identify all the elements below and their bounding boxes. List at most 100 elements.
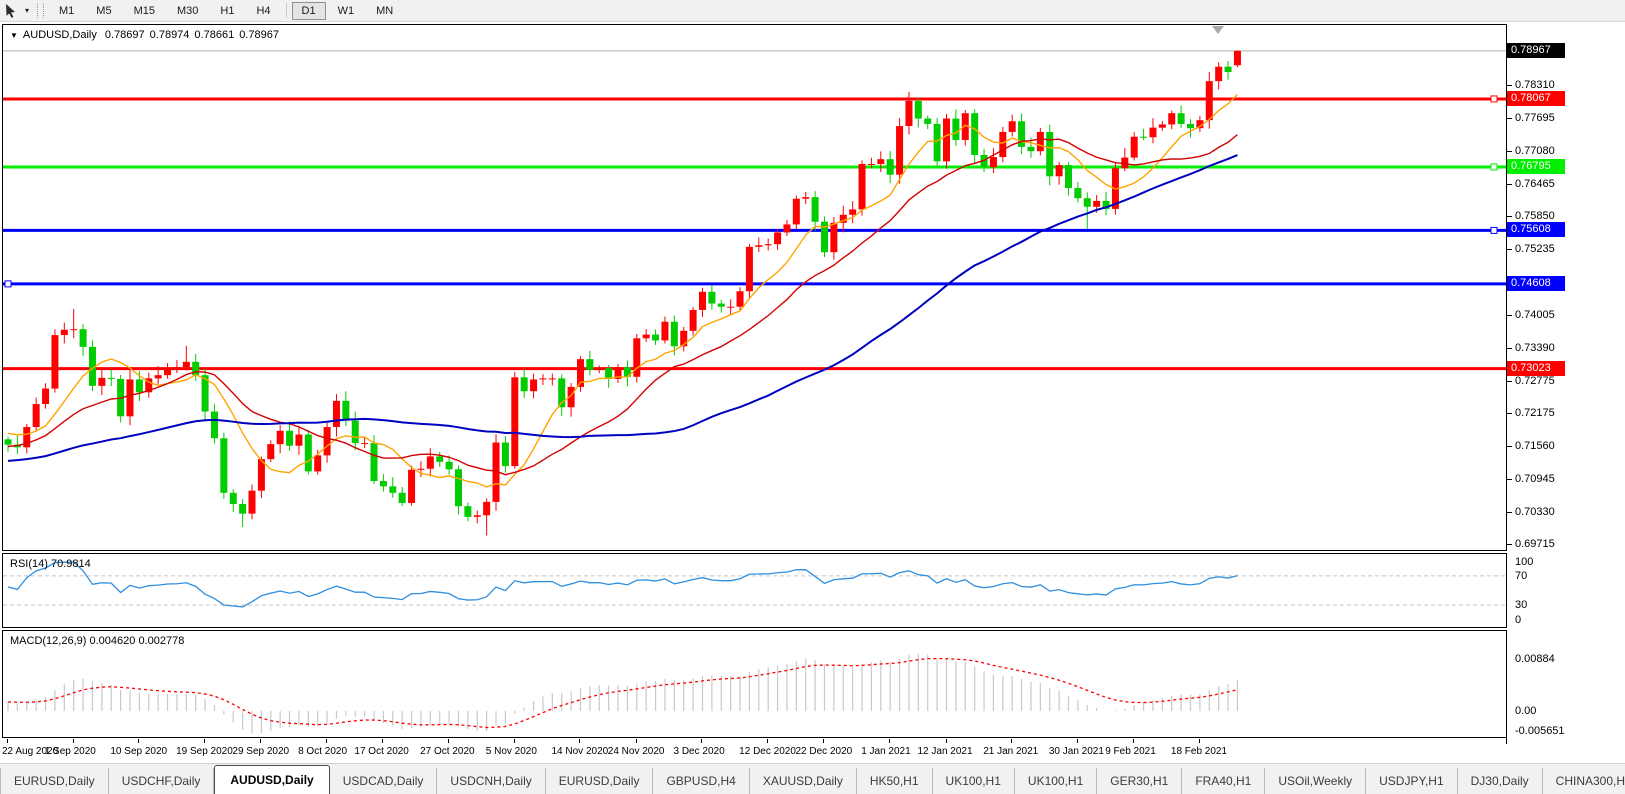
chart-tab-eurusd-daily[interactable]: EURUSD,Daily — [0, 768, 109, 794]
bear-candle — [1027, 147, 1034, 151]
date-tick-mark — [701, 739, 702, 743]
hline-handle[interactable] — [1491, 96, 1497, 102]
chart-tab-audusd-daily[interactable]: AUDUSD,Daily — [214, 765, 329, 794]
hline-handle[interactable] — [1491, 164, 1497, 170]
rsi-scale-label: 30 — [1515, 599, 1527, 611]
date-tick-mark — [326, 739, 327, 743]
axis-tick-mark — [1507, 216, 1512, 217]
bear-candle — [521, 377, 528, 391]
macd-signal-line — [8, 659, 1237, 728]
macd-name: MACD(12,26,9) — [10, 635, 86, 647]
bear-candle — [934, 124, 941, 161]
chart-tab-fra40-h1[interactable]: FRA40,H1 — [1182, 768, 1265, 794]
bull-candle — [783, 224, 790, 232]
chart-tab-usdchf-daily[interactable]: USDCHF,Daily — [109, 768, 215, 794]
date-label: 14 Nov 2020 — [551, 746, 608, 757]
chart-tab-usoil-weekly[interactable]: USOil,Weekly — [1265, 768, 1366, 794]
bull-candle — [802, 197, 809, 199]
timeframe-button-m15[interactable]: M15 — [124, 2, 165, 20]
date-label: 18 Feb 2021 — [1171, 746, 1227, 757]
date-tick-mark — [260, 739, 261, 743]
date-tick-mark — [1077, 739, 1078, 743]
timeframe-button-mn[interactable]: MN — [366, 2, 403, 20]
chart-tab-usdjpy-h1[interactable]: USDJPY,H1 — [1366, 768, 1457, 794]
bull-candle — [1149, 128, 1156, 138]
bull-candle — [33, 404, 40, 427]
bull-candle — [155, 375, 162, 378]
timeframe-button-h1[interactable]: H1 — [210, 2, 244, 20]
bull-candle — [877, 159, 884, 164]
date-tick-mark — [7, 739, 8, 743]
candlestick-chart-canvas[interactable] — [3, 25, 1506, 550]
hline-handle[interactable] — [1491, 227, 1497, 233]
axis-tick-mark — [1507, 446, 1512, 447]
hline-handle[interactable] — [5, 281, 11, 287]
chart-tab-china300-h1[interactable]: CHINA300,H1 — [1543, 768, 1625, 794]
collapse-triangle-icon[interactable]: ▼ — [10, 31, 18, 40]
bull-candle — [849, 209, 856, 214]
macd-chart-canvas[interactable] — [3, 631, 1506, 737]
bull-candle — [42, 389, 49, 405]
price-tick-label: 0.72175 — [1515, 407, 1555, 419]
bull-candle — [990, 157, 997, 167]
date-tick-mark — [382, 739, 383, 743]
chart-tab-xauusd-daily[interactable]: XAUUSD,Daily — [750, 768, 857, 794]
bear-candle — [915, 101, 922, 119]
date-label: 8 Oct 2020 — [298, 746, 347, 757]
timeframe-button-m1[interactable]: M1 — [49, 2, 84, 20]
bull-candle — [164, 369, 171, 375]
bull-candle — [539, 378, 546, 379]
price-tick-label: 0.77080 — [1515, 145, 1555, 157]
rsi-scale-label: 0 — [1515, 614, 1521, 626]
chart-tab-eurusd-daily[interactable]: EURUSD,Daily — [546, 768, 654, 794]
rsi-indicator-pane[interactable]: RSI(14) 70.9814 — [2, 553, 1507, 628]
main-chart-pane[interactable]: ▼AUDUSD,Daily0.786970.789740.786610.7896… — [2, 24, 1507, 551]
chart-tab-gbpusd-h4[interactable]: GBPUSD,H4 — [653, 768, 749, 794]
chart-tab-uk100-h1[interactable]: UK100,H1 — [933, 768, 1015, 794]
bull-candle — [896, 126, 903, 175]
bull-candle — [427, 456, 434, 468]
bull-candle — [277, 431, 284, 444]
bull-candle — [474, 515, 481, 517]
hline-price-badge: 0.74608 — [1507, 276, 1565, 291]
macd-scale-min-label: -0.005651 — [1515, 725, 1565, 737]
chart-tab-uk100-h1[interactable]: UK100,H1 — [1015, 768, 1097, 794]
timeframe-button-w1[interactable]: W1 — [328, 2, 365, 20]
date-tick-mark — [946, 739, 947, 743]
timeframe-button-m5[interactable]: M5 — [86, 2, 121, 20]
date-tick-mark — [1011, 739, 1012, 743]
chart-tab-usdcnh-daily[interactable]: USDCNH,Daily — [437, 768, 545, 794]
bull-candle — [1168, 113, 1175, 124]
chart-tab-hk50-h1[interactable]: HK50,H1 — [857, 768, 933, 794]
bear-candle — [108, 378, 115, 379]
macd-indicator-pane[interactable]: MACD(12,26,9) 0.004620 0.002778 — [2, 630, 1507, 738]
bear-candle — [671, 322, 678, 347]
cursor-tool-dropdown-icon[interactable]: ▾ — [21, 6, 33, 15]
bear-candle — [446, 462, 453, 469]
timeframe-button-m30[interactable]: M30 — [167, 2, 208, 20]
timeframe-button-d1[interactable]: D1 — [292, 2, 326, 20]
bull-candle — [699, 292, 706, 310]
chart-title: ▼AUDUSD,Daily0.786970.789740.786610.7896… — [10, 29, 284, 41]
chart-tab-usdcad-daily[interactable]: USDCAD,Daily — [330, 768, 438, 794]
rsi-chart-canvas[interactable] — [3, 554, 1506, 627]
rsi-scale-label: 100 — [1515, 556, 1533, 568]
axis-tick-mark — [1507, 184, 1512, 185]
axis-tick-mark — [1507, 85, 1512, 86]
bear-candle — [371, 443, 378, 481]
chart-tab-dj30-daily[interactable]: DJ30,Daily — [1458, 768, 1543, 794]
bull-candle — [314, 455, 321, 471]
chart-shift-marker-icon[interactable] — [1212, 26, 1224, 34]
chart-tab-ger30-h1[interactable]: GER30,H1 — [1097, 768, 1182, 794]
cursor-tool-icon[interactable] — [1, 2, 21, 19]
rsi-name: RSI(14) — [10, 558, 48, 570]
axis-tick-mark — [1507, 381, 1512, 382]
bull-candle — [98, 378, 105, 386]
timeframe-button-h4[interactable]: H4 — [246, 2, 280, 20]
axis-tick-mark — [1507, 348, 1512, 349]
bull-candle — [830, 223, 837, 252]
bear-candle — [352, 421, 359, 443]
ohlc-high: 0.78974 — [150, 29, 190, 41]
date-label: 29 Sep 2020 — [232, 746, 289, 757]
price-tick-label: 0.72775 — [1515, 375, 1555, 387]
